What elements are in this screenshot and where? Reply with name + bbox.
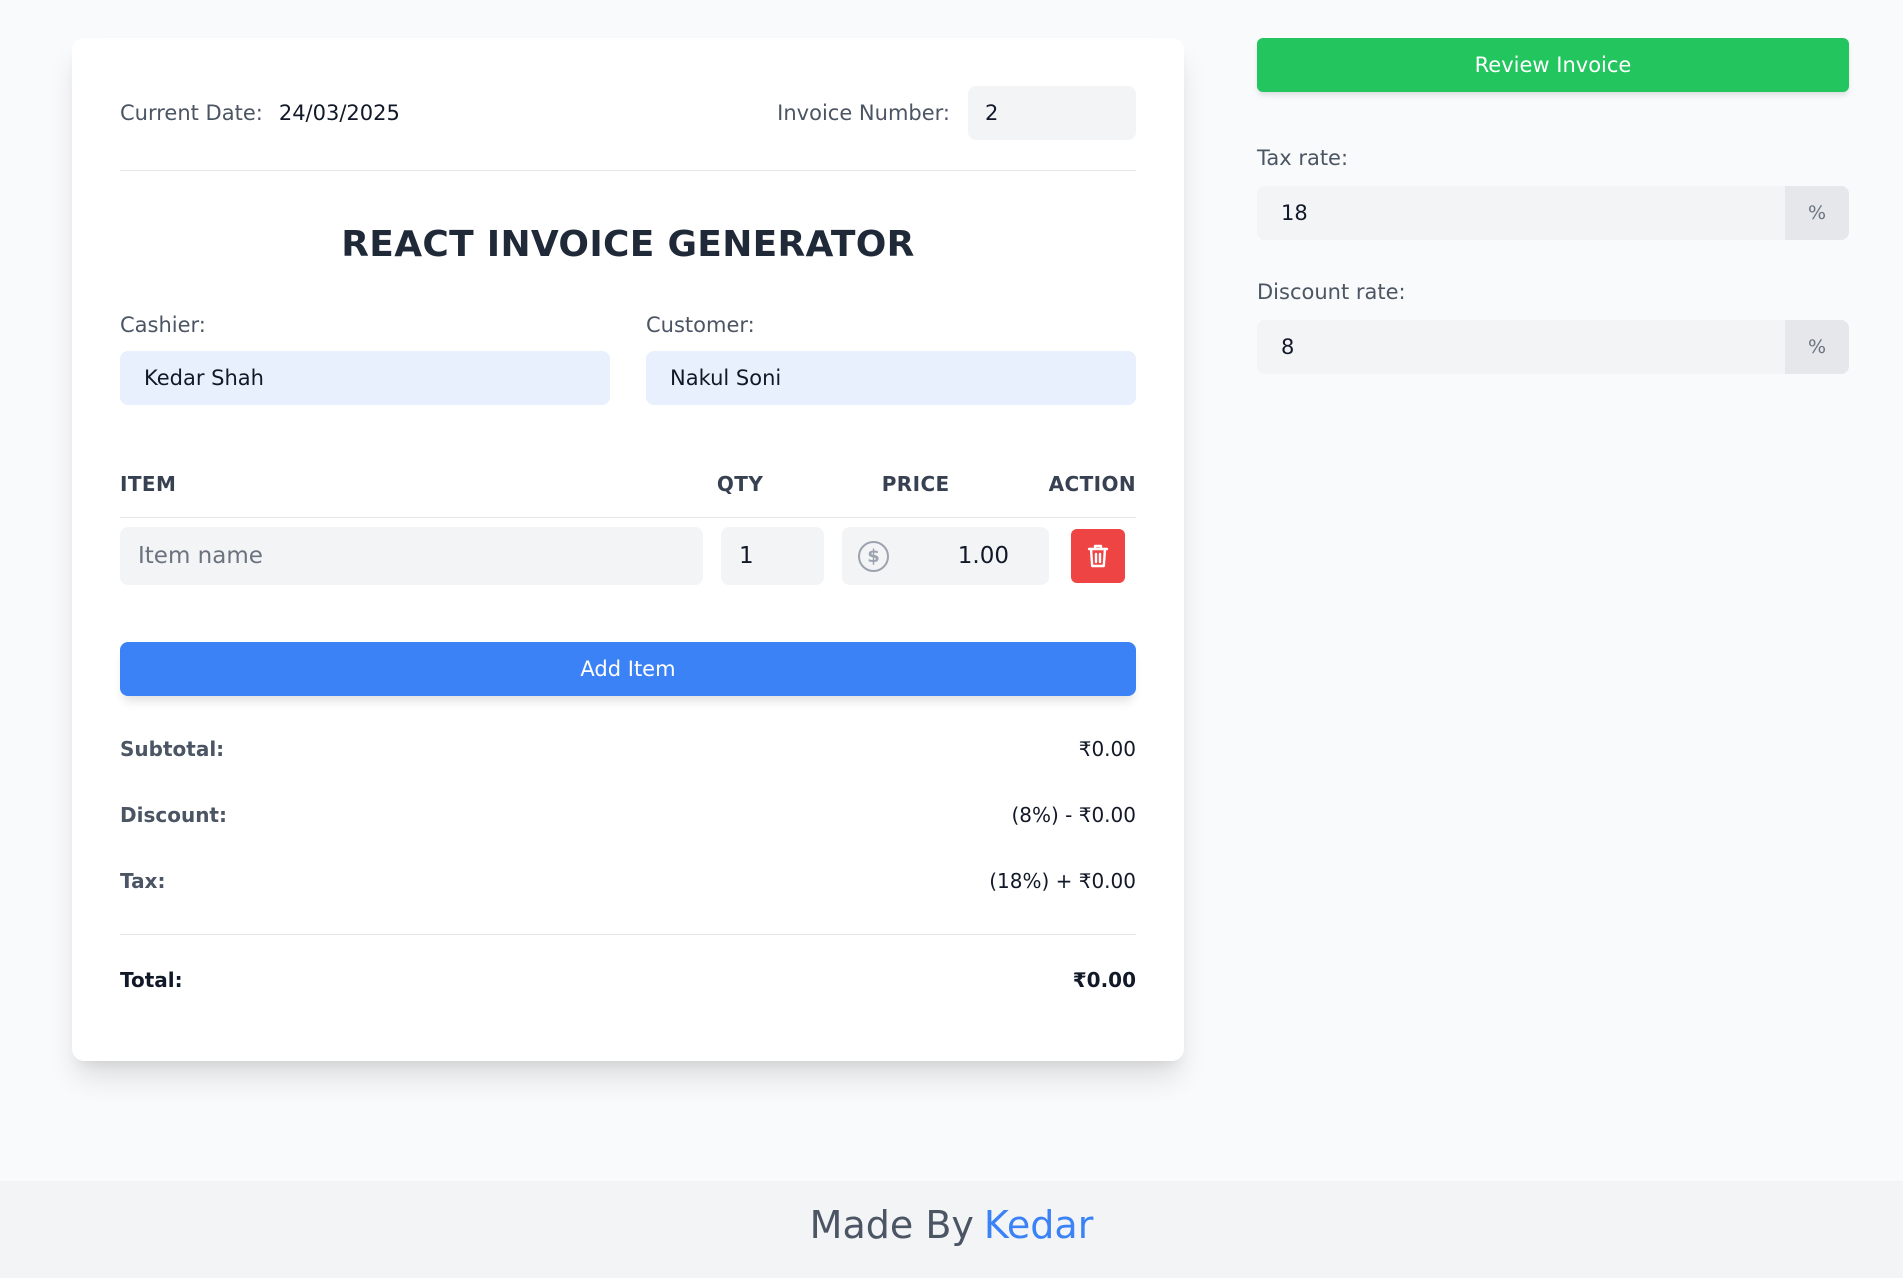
subtotal-row: Subtotal: ₹0.00 — [120, 736, 1136, 762]
current-date-group: Current Date: 24/03/2025 — [120, 101, 400, 125]
discount-label: Discount: — [120, 803, 227, 827]
price-input[interactable]: $ 1.00 — [842, 527, 1049, 585]
trash-icon — [1087, 544, 1109, 568]
tax-rate-percent-addon: % — [1785, 186, 1849, 240]
total-row: Total: ₹0.00 — [120, 967, 1136, 993]
tax-value: (18%) + ₹0.00 — [989, 869, 1136, 893]
cashier-group: Cashier: Kedar Shah — [120, 313, 610, 405]
header-item: ITEM — [120, 472, 177, 496]
subtotal-value: ₹0.00 — [1078, 737, 1136, 761]
discount-rate-group: 8 % — [1257, 320, 1849, 374]
invoice-card: Current Date: 24/03/2025 Invoice Number:… — [72, 38, 1184, 1061]
customer-group: Customer: Nakul Soni — [646, 313, 1136, 405]
invoice-number-input[interactable]: 2 — [968, 86, 1136, 140]
add-item-button[interactable]: Add Item — [120, 642, 1136, 696]
delete-item-button[interactable] — [1071, 529, 1125, 583]
invoice-number-label: Invoice Number: — [777, 101, 950, 125]
footer-author-link[interactable]: Kedar — [984, 1203, 1093, 1247]
item-name-input[interactable]: Item name — [120, 527, 703, 585]
customer-input[interactable]: Nakul Soni — [646, 351, 1136, 405]
discount-row: Discount: (8%) - ₹0.00 — [120, 802, 1136, 828]
header-qty: QTY — [716, 472, 764, 496]
discount-rate-input[interactable]: 8 — [1257, 320, 1785, 374]
discount-rate-percent-addon: % — [1785, 320, 1849, 374]
header-action: ACTION — [1048, 472, 1136, 496]
header-price: PRICE — [881, 472, 950, 496]
items-table-header: ITEM QTY PRICE ACTION — [120, 471, 1136, 497]
quantity-input[interactable]: 1 — [721, 527, 824, 585]
tax-label: Tax: — [120, 869, 166, 893]
discount-value: (8%) - ₹0.00 — [1011, 803, 1136, 827]
subtotal-label: Subtotal: — [120, 737, 225, 761]
tax-row: Tax: (18%) + ₹0.00 — [120, 868, 1136, 894]
cashier-label: Cashier: — [120, 313, 206, 337]
current-date-label: Current Date: — [120, 101, 263, 125]
total-value: ₹0.00 — [1072, 968, 1136, 992]
settings-panel: Review Invoice Tax rate: 18 % Discount r… — [1257, 38, 1849, 374]
current-date-value: 24/03/2025 — [278, 101, 400, 125]
invoice-number-group: Invoice Number: 2 — [777, 86, 1136, 140]
table-divider — [120, 517, 1136, 518]
discount-rate-label: Discount rate: — [1257, 280, 1406, 304]
footer-made-by: Made By — [809, 1203, 974, 1247]
invoice-header: Current Date: 24/03/2025 Invoice Number:… — [120, 86, 1136, 140]
header-divider — [120, 170, 1136, 171]
dollar-icon: $ — [858, 540, 889, 572]
cashier-input[interactable]: Kedar Shah — [120, 351, 610, 405]
price-value: 1.00 — [957, 543, 1009, 569]
table-row: Item name 1 $ 1.00 — [120, 527, 1136, 585]
customer-label: Customer: — [646, 313, 755, 337]
summary-divider — [120, 934, 1136, 935]
review-invoice-button[interactable]: Review Invoice — [1257, 38, 1849, 92]
page-title: REACT INVOICE GENERATOR — [341, 224, 915, 265]
tax-rate-input[interactable]: 18 — [1257, 186, 1785, 240]
total-label: Total: — [120, 968, 183, 992]
tax-rate-group: 18 % — [1257, 186, 1849, 240]
footer: Made By Kedar — [0, 1181, 1903, 1278]
tax-rate-label: Tax rate: — [1257, 146, 1349, 170]
parties-section: Cashier: Kedar Shah Customer: Nakul Soni — [120, 313, 1136, 405]
